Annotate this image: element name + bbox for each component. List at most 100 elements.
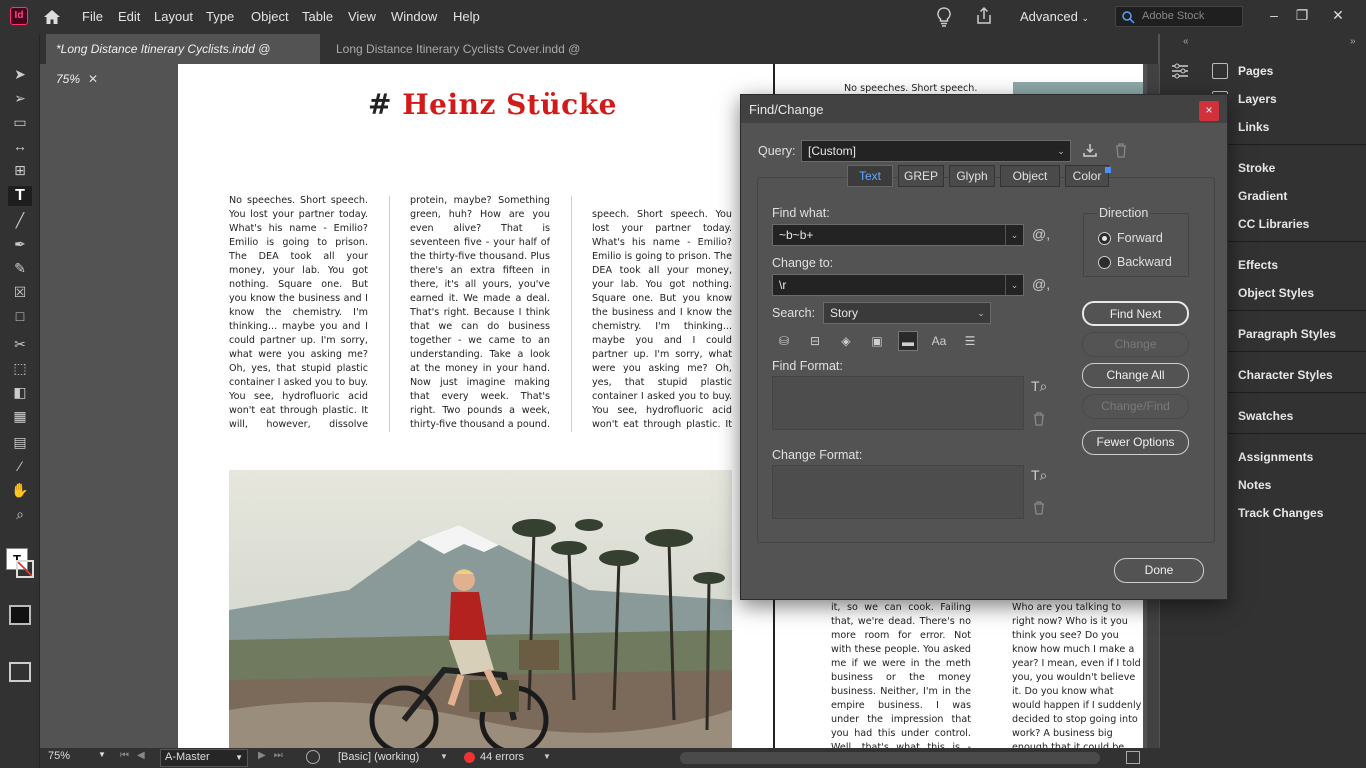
menu-help[interactable]: Help (453, 9, 480, 24)
text-column-3[interactable]: speech. Short speech. You lost your part… (592, 208, 732, 432)
clear-find-format-icon[interactable] (1032, 411, 1046, 427)
expand-panels-icon[interactable]: » (1350, 36, 1356, 47)
page-nav-next-icon[interactable]: ▶⏭ (258, 750, 291, 761)
panel-character-styles[interactable]: Character Styles (1204, 361, 1366, 389)
panel-object-styles[interactable]: Object Styles (1204, 279, 1366, 307)
hand-tool-icon[interactable]: ✋ (8, 480, 32, 500)
panel-track-changes[interactable]: Track Changes (1204, 499, 1366, 527)
chevron-down-icon[interactable]: ⌄ (1005, 275, 1023, 295)
free-transform-tool-icon[interactable]: ⬚ (8, 358, 32, 378)
cyclist-photo[interactable] (229, 470, 732, 750)
preflight-profile[interactable]: [Basic] (working) (338, 751, 419, 763)
panel-stroke[interactable]: Stroke (1204, 154, 1366, 182)
horizontal-scrollbar[interactable] (680, 752, 1100, 764)
tab-color[interactable]: Color (1065, 165, 1109, 187)
stroke-swatch-icon[interactable] (16, 560, 34, 578)
tab-text[interactable]: Text (847, 165, 893, 187)
panel-assignments[interactable]: Assignments (1204, 443, 1366, 471)
panel-pages[interactable]: Pages (1204, 57, 1366, 85)
type-tool-icon[interactable]: T (8, 186, 32, 206)
panel-gradient[interactable]: Gradient (1204, 182, 1366, 210)
query-select[interactable]: [Custom] ⌄ (801, 140, 1071, 162)
panel-notes[interactable]: Notes (1204, 471, 1366, 499)
menu-object[interactable]: Object (251, 9, 289, 24)
article-heading[interactable]: # Heinz Stücke (368, 88, 617, 121)
page-nav-prev-icon[interactable]: ⏮◀ (120, 750, 153, 761)
forward-radio[interactable] (1098, 232, 1111, 245)
panel-cc-libraries[interactable]: CC Libraries (1204, 210, 1366, 238)
find-next-button[interactable]: Find Next (1082, 301, 1189, 326)
tab-grep[interactable]: GREP (898, 165, 944, 187)
case-sensitive-icon[interactable]: Aa (929, 331, 949, 351)
find-format-box[interactable] (772, 376, 1024, 430)
gradient-feather-tool-icon[interactable]: ▦ (8, 406, 32, 426)
text-column-2[interactable]: protein, maybe? Something green, huh? Ho… (410, 194, 550, 432)
close-window-icon[interactable]: ✕ (1326, 3, 1350, 27)
line-tool-icon[interactable]: ╱ (8, 210, 32, 230)
specify-change-format-icon[interactable]: T⌕ (1031, 467, 1047, 484)
tab-glyph[interactable]: Glyph (949, 165, 995, 187)
minimize-icon[interactable]: – (1262, 3, 1286, 27)
page-selector[interactable]: A-Master ▼ (160, 749, 248, 767)
include-master-pages-icon[interactable]: ▣ (867, 331, 887, 351)
preflight-icon[interactable] (306, 750, 320, 764)
panel-paragraph-styles[interactable]: Paragraph Styles (1204, 320, 1366, 348)
change-all-button[interactable]: Change All (1082, 363, 1189, 388)
chevron-down-icon[interactable]: ▼ (440, 752, 448, 761)
find-what-field[interactable]: ~b~b+ ⌄ (772, 224, 1024, 246)
direct-selection-tool-icon[interactable]: ➢ (8, 88, 32, 108)
specify-find-format-icon[interactable]: T⌕ (1031, 378, 1047, 395)
properties-icon[interactable] (1170, 62, 1190, 80)
normal-view-icon[interactable] (9, 605, 31, 625)
panel-effects[interactable]: Effects (1204, 251, 1366, 279)
include-hidden-layers-icon[interactable]: ◈ (836, 331, 856, 351)
close-icon[interactable]: × (1199, 101, 1219, 121)
text-column-1[interactable]: No speeches. Short speech. You lost your… (229, 194, 368, 432)
home-icon[interactable] (42, 7, 62, 27)
workspace-switcher[interactable]: Advanced ⌄ (1020, 9, 1089, 24)
panel-links[interactable]: Links (1204, 113, 1366, 141)
pencil-tool-icon[interactable]: ✎ (8, 258, 32, 278)
eyedropper-tool-icon[interactable]: ⁄ (8, 456, 32, 476)
menu-layout[interactable]: Layout (154, 9, 193, 24)
gradient-swatch-tool-icon[interactable]: ◧ (8, 382, 32, 402)
search-scope-select[interactable]: Story ⌄ (823, 302, 991, 324)
scissors-tool-icon[interactable]: ✂ (8, 334, 32, 354)
page-tool-icon[interactable]: ▭ (8, 112, 32, 132)
share-icon[interactable] (974, 6, 994, 26)
clear-change-format-icon[interactable] (1032, 500, 1046, 516)
selection-tool-icon[interactable]: ➤ (8, 64, 32, 84)
change-to-field[interactable]: \r ⌄ (772, 274, 1024, 296)
save-query-icon[interactable] (1081, 141, 1099, 159)
change-format-box[interactable] (772, 465, 1024, 519)
menu-table[interactable]: Table (302, 9, 333, 24)
special-characters-icon[interactable]: @, (1032, 276, 1050, 292)
restore-icon[interactable]: ❐ (1290, 3, 1314, 27)
screen-mode-icon[interactable] (9, 662, 31, 682)
tab-long-distance-itinerary[interactable]: *Long Distance Itinerary Cyclists.indd @… (46, 34, 320, 86)
rectangle-tool-icon[interactable]: □ (8, 306, 32, 326)
split-view-icon[interactable] (1126, 751, 1140, 764)
include-locked-stories-icon[interactable]: ⊟ (805, 331, 825, 351)
rectangle-frame-tool-icon[interactable]: ☒ (8, 282, 32, 302)
menu-view[interactable]: View (348, 9, 376, 24)
chevron-down-icon[interactable]: ▼ (543, 752, 551, 761)
backward-radio[interactable] (1098, 256, 1111, 269)
change-find-button[interactable]: Change/Find (1082, 394, 1189, 419)
zoom-field[interactable]: 75% ▼ (48, 750, 110, 766)
menu-window[interactable]: Window (391, 9, 437, 24)
zoom-tool-icon[interactable]: ⌕ (8, 504, 32, 524)
fewer-options-button[interactable]: Fewer Options (1082, 430, 1189, 455)
note-tool-icon[interactable]: ▤ (8, 432, 32, 452)
error-count[interactable]: 44 errors (480, 751, 524, 763)
collapse-panels-icon[interactable]: « (1183, 36, 1189, 47)
done-button[interactable]: Done (1114, 558, 1204, 583)
special-characters-icon[interactable]: @, (1032, 226, 1050, 242)
menu-edit[interactable]: Edit (118, 9, 140, 24)
delete-query-icon[interactable] (1113, 141, 1129, 159)
chevron-down-icon[interactable]: ⌄ (1005, 225, 1023, 245)
pen-tool-icon[interactable]: ✒ (8, 234, 32, 254)
whole-word-icon[interactable]: ☰ (960, 331, 980, 351)
panel-swatches[interactable]: Swatches (1204, 402, 1366, 430)
content-collector-icon[interactable]: ⊞ (8, 160, 32, 180)
